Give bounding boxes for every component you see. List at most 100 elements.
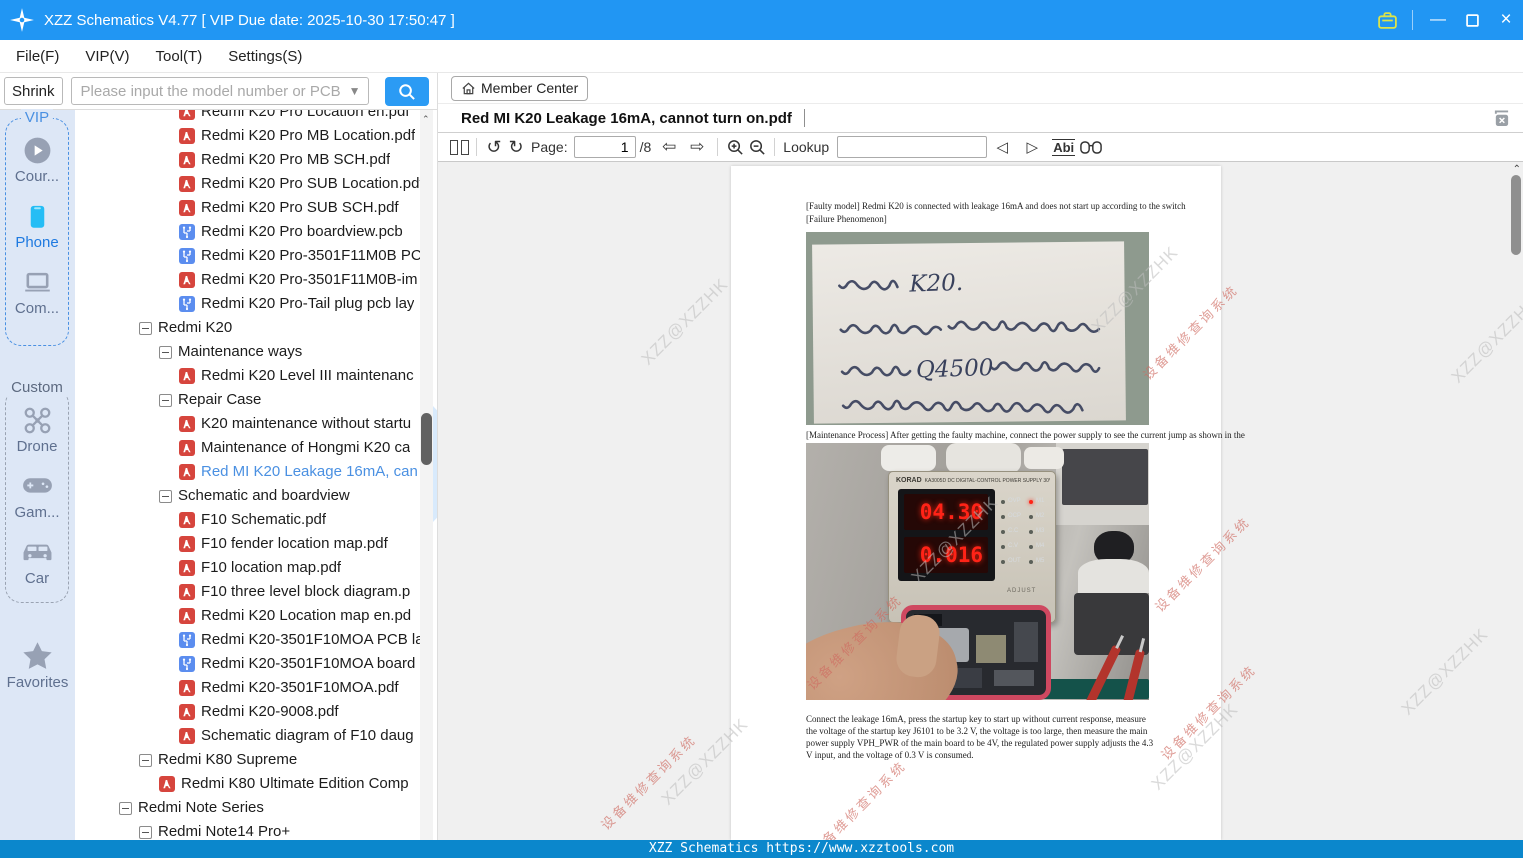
tree-node[interactable]: Schematic and boardview <box>75 484 447 508</box>
tree-file[interactable]: Redmi K20 Pro-Tail plug pcb lay <box>75 292 447 316</box>
menu-file[interactable]: File(F) <box>16 48 59 65</box>
tree-scrollbar-thumb[interactable] <box>421 413 432 465</box>
tab-separator <box>803 109 805 127</box>
collapse-toggle-icon[interactable] <box>159 489 172 503</box>
briefcase-icon[interactable] <box>1370 0 1404 40</box>
tree-file[interactable]: Redmi K20 Level III maintenanc <box>75 364 447 388</box>
tree-file[interactable]: F10 fender location map.pdf <box>75 532 447 556</box>
maximize-button[interactable] <box>1455 0 1489 40</box>
shrink-button[interactable]: Shrink <box>4 77 63 105</box>
sidebar-item-car[interactable]: Car <box>6 535 68 587</box>
close-button[interactable]: × <box>1489 0 1523 40</box>
tree-file[interactable]: F10 three level block diagram.p <box>75 580 447 604</box>
tree-node[interactable]: Maintenance ways <box>75 340 447 364</box>
two-page-view-icon[interactable] <box>448 134 470 160</box>
tree-file[interactable]: Redmi K20-3501F10MOA.pdf <box>75 676 447 700</box>
tree-file[interactable]: Redmi K20 Pro-3501F11M0B PC <box>75 244 447 268</box>
pdf-viewer[interactable]: [Faulty model] Redmi K20 is connected wi… <box>438 162 1523 840</box>
tree-item-label: Redmi K20-3501F10MOA board <box>201 655 416 672</box>
find-next-icon[interactable]: ▷ <box>1021 134 1043 160</box>
tree-file[interactable]: Redmi K20 Pro-3501F11M0B-im <box>75 268 447 292</box>
tree-file[interactable]: Redmi K20-9008.pdf <box>75 700 447 724</box>
tree-file[interactable]: Redmi K20-3501F10MOA PCB la <box>75 628 447 652</box>
previous-page-icon[interactable]: ⇦ <box>658 134 680 160</box>
rotate-right-icon[interactable]: ↻ <box>505 134 527 160</box>
zoom-out-icon[interactable] <box>746 134 768 160</box>
collapse-toggle-icon[interactable] <box>139 321 152 335</box>
next-page-icon[interactable]: ⇨ <box>686 134 708 160</box>
binoculars-search-icon[interactable] <box>1080 134 1102 160</box>
text-select-icon[interactable]: Abi <box>1052 138 1076 156</box>
vip-group-label: VIP <box>20 109 54 126</box>
pdf-file-icon <box>179 110 195 120</box>
sidebar-item-cour[interactable]: Cour... <box>6 133 68 185</box>
tree-item-label: Redmi K20 Level III maintenanc <box>201 367 414 384</box>
tree-item-label: Redmi K20 Pro boardview.pcb <box>201 223 403 240</box>
pdf-file-icon <box>179 176 195 192</box>
viewer-scrollbar-thumb[interactable] <box>1511 175 1521 255</box>
tree-file[interactable]: Redmi K20 Pro Location en.pdf <box>75 110 447 124</box>
sidebar-item-favorites[interactable]: Favorites <box>0 639 75 691</box>
pdf-file-icon <box>179 152 195 168</box>
tree-node[interactable]: Redmi Note14 Pro+ <box>75 820 447 840</box>
viewer-scroll-up-icon[interactable]: ⌃ <box>1513 164 1521 175</box>
pdf-file-icon <box>179 440 195 456</box>
tree-file[interactable]: Schematic diagram of F10 daug <box>75 724 447 748</box>
search-button[interactable] <box>384 76 429 106</box>
minimize-button[interactable]: — <box>1421 0 1455 40</box>
tree-file[interactable]: Redmi K20 Pro MB Location.pdf <box>75 124 447 148</box>
sidebar-item-gam[interactable]: Gam... <box>6 469 68 521</box>
tree-node[interactable]: Redmi Note Series <box>75 796 447 820</box>
page-total: /8 <box>639 139 652 155</box>
member-center-button[interactable]: Member Center <box>451 75 589 101</box>
sidebar-group-vip: VIP Cour... Phone Com... <box>5 109 69 346</box>
tree-file[interactable]: Redmi K20 Pro boardview.pcb <box>75 220 447 244</box>
tree-node[interactable]: Redmi K20 <box>75 316 447 340</box>
pdf-file-icon <box>179 704 195 720</box>
sidebar-item-drone[interactable]: Drone <box>6 403 68 455</box>
model-search-input[interactable] <box>70 77 369 105</box>
tree-file[interactable]: K20 maintenance without startu <box>75 412 447 436</box>
find-previous-icon[interactable]: ◁ <box>991 134 1013 160</box>
member-center-label: Member Center <box>481 80 579 96</box>
tree-file[interactable]: Maintenance of Hongmi K20 ca <box>75 436 447 460</box>
tree-file[interactable]: Redmi K20 Location map en.pd <box>75 604 447 628</box>
rotate-left-icon[interactable]: ↺ <box>483 134 505 160</box>
zoom-in-icon[interactable] <box>724 134 746 160</box>
menu-vip[interactable]: VIP(V) <box>85 48 129 65</box>
tree-item-label: Repair Case <box>178 391 262 408</box>
pdf-toolbar: ↺ ↻ Page: /8 ⇦ ⇨ Lookup ◁ ▷ Abi <box>438 133 1523 162</box>
category-sidebar: VIP Cour... Phone Com... Custom Drone Gam..… <box>0 109 75 840</box>
tree-node[interactable]: Repair Case <box>75 388 447 412</box>
psu-status-led: OCP <box>1001 509 1021 524</box>
power-supply-unit: KORAD KA3005D DC DIGITAL-CONTROL POWER SU… <box>888 471 1056 623</box>
active-document-tab[interactable]: Red MI K20 Leakage 16mA, cannot turn on.… <box>461 110 792 127</box>
power-supply-photo: KORAD KA3005D DC DIGITAL-CONTROL POWER SU… <box>806 443 1149 700</box>
collapse-toggle-icon[interactable] <box>139 753 152 767</box>
menu-tool[interactable]: Tool(T) <box>156 48 203 65</box>
tree-item-label: Redmi K20 Pro-Tail plug pcb lay <box>201 295 415 312</box>
tree-file[interactable]: Redmi K20 Pro MB SCH.pdf <box>75 148 447 172</box>
watermark-gray: XZZ@XZZHK <box>637 274 732 369</box>
collapse-toggle-icon[interactable] <box>159 345 172 359</box>
collapse-toggle-icon[interactable] <box>159 393 172 407</box>
sidebar-item-com[interactable]: Com... <box>6 265 68 317</box>
tree-file[interactable]: F10 Schematic.pdf <box>75 508 447 532</box>
tree-file[interactable]: Redmi K80 Ultimate Edition Comp <box>75 772 447 796</box>
lookup-input[interactable] <box>837 136 988 158</box>
tree-node[interactable]: Redmi K80 Supreme <box>75 748 447 772</box>
collapse-toggle-icon[interactable] <box>119 801 132 815</box>
menu-settings[interactable]: Settings(S) <box>228 48 302 65</box>
collapse-toggle-icon[interactable] <box>139 825 152 839</box>
sidebar-item-phone[interactable]: Phone <box>6 199 68 251</box>
close-all-tabs-icon[interactable] <box>1492 110 1511 132</box>
tree-scrollbar[interactable] <box>420 110 433 840</box>
tree-file[interactable]: Red MI K20 Leakage 16mA, can <box>75 460 447 484</box>
pdf-file-icon <box>179 512 195 528</box>
tree-file[interactable]: F10 location map.pdf <box>75 556 447 580</box>
tree-file[interactable]: Redmi K20 Pro SUB Location.pdf <box>75 172 447 196</box>
tree-file[interactable]: Redmi K20-3501F10MOA board <box>75 652 447 676</box>
tree-scroll-up-icon[interactable]: ⌃ <box>422 114 430 125</box>
tree-file[interactable]: Redmi K20 Pro SUB SCH.pdf <box>75 196 447 220</box>
page-number-input[interactable] <box>573 136 636 158</box>
